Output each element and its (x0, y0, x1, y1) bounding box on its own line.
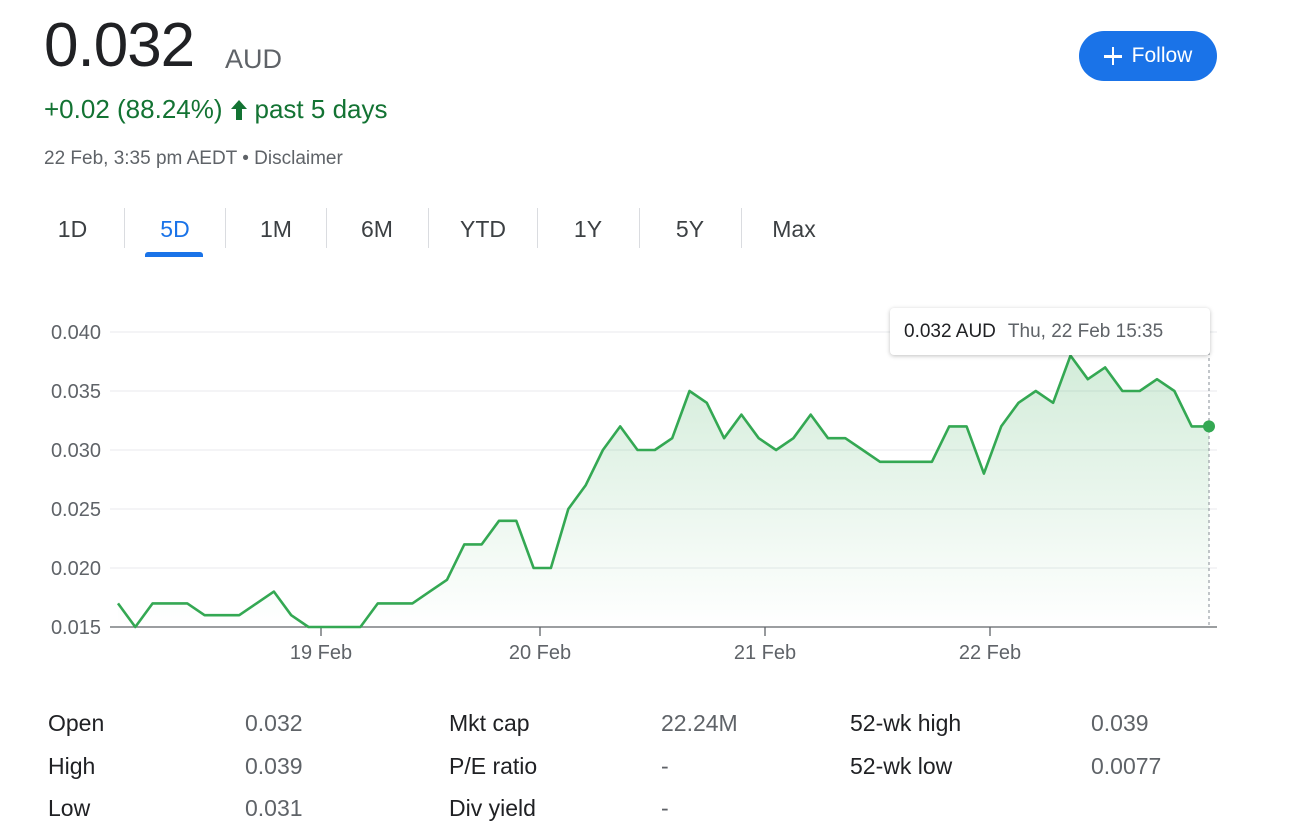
tab-ytd[interactable]: YTD (429, 206, 537, 252)
y-tick-label: 0.035 (51, 381, 101, 403)
tab-1y[interactable]: 1Y (538, 206, 638, 252)
tab-max[interactable]: Max (742, 206, 846, 252)
tab-1m[interactable]: 1M (226, 206, 326, 252)
x-tick-label: 20 Feb (509, 642, 571, 664)
active-tab-indicator (145, 252, 203, 257)
timestamp-line: 22 Feb, 3:35 pm AEDT • Disclaimer (44, 148, 343, 170)
y-tick-label: 0.040 (51, 322, 101, 344)
stat-low-value: 0.031 (245, 795, 303, 821)
stat-52wk-low-value: 0.0077 (1091, 753, 1162, 779)
stat-open-value: 0.032 (245, 710, 303, 736)
tab-6m[interactable]: 6M (327, 206, 427, 252)
disclaimer-link[interactable]: Disclaimer (254, 148, 343, 169)
separator-dot: • (242, 148, 249, 169)
price-change: +0.02 (88.24%) past 5 days (44, 94, 388, 125)
y-tick-label: 0.030 (51, 440, 101, 462)
change-period: past 5 days (254, 94, 388, 124)
stat-div-value: - (661, 795, 669, 821)
x-tick-label: 22 Feb (959, 642, 1021, 664)
timestamp: 22 Feb, 3:35 pm AEDT (44, 148, 237, 169)
tooltip-value: 0.032 AUD (904, 320, 996, 342)
stat-open-label: Open (48, 710, 105, 736)
x-tick-label: 21 Feb (734, 642, 796, 664)
stat-low-label: Low (48, 795, 91, 821)
follow-button[interactable]: Follow (1079, 31, 1217, 81)
stock-price: 0.032 (44, 11, 195, 80)
change-value: +0.02 (88.24%) (44, 94, 223, 124)
tooltip-time: Thu, 22 Feb 15:35 (1007, 320, 1164, 342)
stat-high-label: High (48, 753, 96, 779)
tab-5d[interactable]: 5D (125, 206, 225, 252)
stat-mktcap-label: Mkt cap (449, 710, 530, 736)
stat-mktcap-value: 22.24M (661, 710, 738, 736)
stat-52wk-low-label: 52-wk low (850, 753, 953, 779)
y-tick-label: 0.025 (51, 499, 101, 521)
stat-high-value: 0.039 (245, 753, 303, 779)
y-tick-label: 0.020 (51, 558, 101, 580)
y-tick-label: 0.015 (51, 617, 101, 639)
follow-label: Follow (1131, 44, 1193, 67)
y-axis-labels: 0.040 0.035 0.030 0.025 0.020 0.015 (51, 322, 101, 639)
stat-pe-label: P/E ratio (449, 753, 538, 779)
current-price-dot (1203, 420, 1215, 433)
plus-icon (1103, 47, 1122, 65)
x-axis-labels: 19 Feb 20 Feb 21 Feb 22 Feb (290, 627, 1021, 664)
stat-div-label: Div yield (449, 795, 536, 821)
arrow-up-icon (230, 99, 247, 120)
currency-label: AUD (225, 44, 283, 74)
stat-52wk-high-value: 0.039 (1091, 710, 1149, 736)
tab-1d[interactable]: 1D (20, 206, 125, 252)
chart-tooltip: 0.032 AUD Thu, 22 Feb 15:35 (890, 308, 1210, 355)
tab-5y[interactable]: 5Y (640, 206, 740, 252)
stat-pe-value: - (661, 753, 669, 779)
x-tick-label: 19 Feb (290, 642, 352, 664)
stat-52wk-high-label: 52-wk high (850, 710, 962, 736)
